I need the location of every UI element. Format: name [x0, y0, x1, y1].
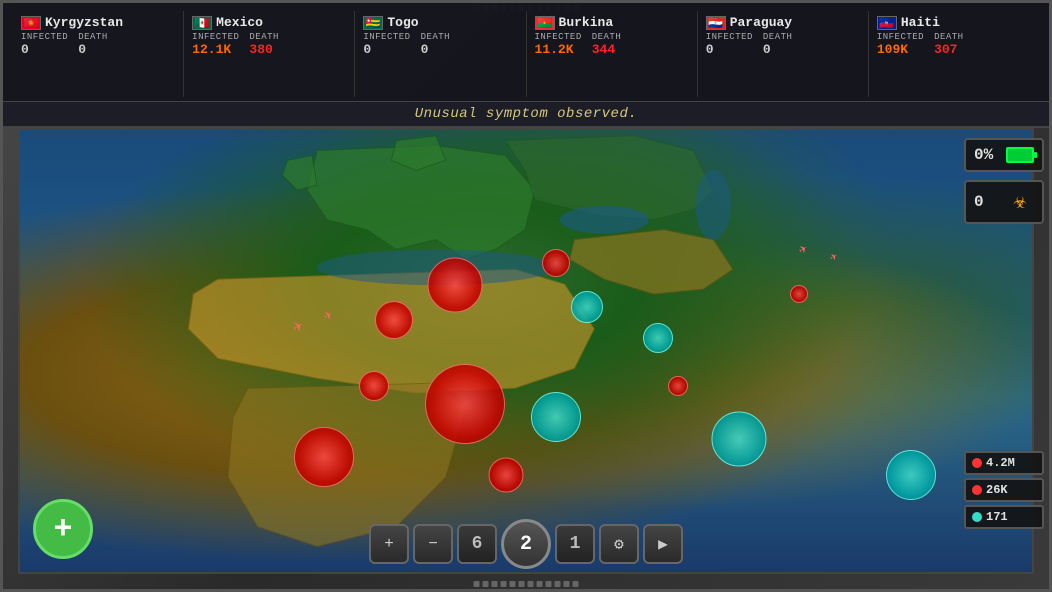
flag-paraguay: 🇵🇾	[706, 16, 726, 30]
disease-teal-2	[571, 291, 603, 323]
stat-chip-teal: 171	[964, 505, 1044, 529]
score-widget: 0 ☣	[964, 180, 1044, 224]
country-stats: 🇰🇬 Kyrgyzstan Infected 0 Death 0	[3, 3, 1049, 101]
zoom-in-button[interactable]: +	[369, 524, 409, 564]
disease-red-2	[375, 301, 413, 339]
country-name-mexico: 🇲🇽 Mexico	[192, 15, 346, 30]
bottom-right-stats: 4.2M 26K 171	[959, 446, 1049, 534]
battery-icon	[1006, 147, 1034, 163]
dot-red-large	[972, 458, 982, 468]
stat-value-red-large: 4.2M	[986, 456, 1015, 470]
flag-mexico: 🇲🇽	[192, 16, 212, 30]
country-card-kyrgyzstan: 🇰🇬 Kyrgyzstan Infected 0 Death 0	[13, 11, 184, 97]
forward-button[interactable]: ▶	[643, 524, 683, 564]
country-card-burkina: 🇧🇫 Burkina Infected 11.2K Death 344	[527, 11, 698, 97]
notification-bar: Unusual symptom observed.	[3, 101, 1049, 126]
biohazard-icon: ☣	[1006, 188, 1034, 216]
country-name-paraguay: 🇵🇾 Paraguay	[706, 15, 860, 30]
disease-red-8	[668, 376, 688, 396]
top-panel: 🇰🇬 Kyrgyzstan Infected 0 Death 0	[3, 3, 1049, 128]
country-name-burkina: 🇧🇫 Burkina	[535, 15, 689, 30]
app: 🇰🇬 Kyrgyzstan Infected 0 Death 0	[0, 0, 1052, 592]
flag-haiti: 🇭🇹	[877, 16, 897, 30]
disease-red-5	[294, 427, 354, 487]
disease-teal-4	[711, 412, 766, 467]
settings-button[interactable]: ⚙	[599, 524, 639, 564]
right-panel: 0% 0 ☣	[959, 133, 1049, 229]
country-card-haiti: 🇭🇹 Haiti Infected 109K Death 307	[869, 11, 1039, 97]
disease-red-1	[428, 257, 483, 312]
frame-decoration-bottom	[474, 581, 579, 587]
stat-chip-red-small: 26K	[964, 478, 1044, 502]
disease-red-3	[542, 249, 570, 277]
country-card-paraguay: 🇵🇾 Paraguay Infected 0 Death 0	[698, 11, 869, 97]
bottom-toolbar: + − 6 2 1 ⚙ ▶	[369, 519, 683, 569]
progress-widget: 0%	[964, 138, 1044, 172]
plus-button[interactable]: +	[33, 499, 93, 559]
disease-teal-5	[886, 450, 936, 500]
flag-burkina: 🇧🇫	[535, 16, 555, 30]
stat-chip-red-large: 4.2M	[964, 451, 1044, 475]
disease-teal-3	[643, 323, 673, 353]
disease-teal-1	[531, 392, 581, 442]
score-value: 0	[974, 193, 984, 211]
country-name-kyrgyzstan: 🇰🇬 Kyrgyzstan	[21, 15, 175, 30]
dot-teal	[972, 512, 982, 522]
country-name-haiti: 🇭🇹 Haiti	[877, 15, 1031, 30]
disease-red-4	[425, 364, 505, 444]
progress-value: 0%	[974, 146, 993, 164]
flag-kyrgyzstan: 🇰🇬	[21, 16, 41, 30]
country-card-togo: 🇹🇬 Togo Infected 0 Death 0	[355, 11, 526, 97]
dot-red-small	[972, 485, 982, 495]
disease-red-6	[359, 371, 389, 401]
map-area[interactable]: ✈ ✈ ✈ ✈	[18, 128, 1034, 574]
speed-1-button[interactable]: 1	[555, 524, 595, 564]
stat-value-teal: 171	[986, 510, 1008, 524]
speed-6-button[interactable]: 6	[457, 524, 497, 564]
map-background: ✈ ✈ ✈ ✈	[20, 130, 1032, 572]
disease-red-7	[488, 457, 523, 492]
flag-togo: 🇹🇬	[363, 16, 383, 30]
stat-value-red-small: 26K	[986, 483, 1008, 497]
map-svg	[20, 130, 1032, 572]
country-name-togo: 🇹🇬 Togo	[363, 15, 517, 30]
frame: 🇰🇬 Kyrgyzstan Infected 0 Death 0	[0, 0, 1052, 592]
country-card-mexico: 🇲🇽 Mexico Infected 12.1K Death 380	[184, 11, 355, 97]
speed-2-button[interactable]: 2	[501, 519, 551, 569]
zoom-out-button[interactable]: −	[413, 524, 453, 564]
disease-red-9	[790, 285, 808, 303]
